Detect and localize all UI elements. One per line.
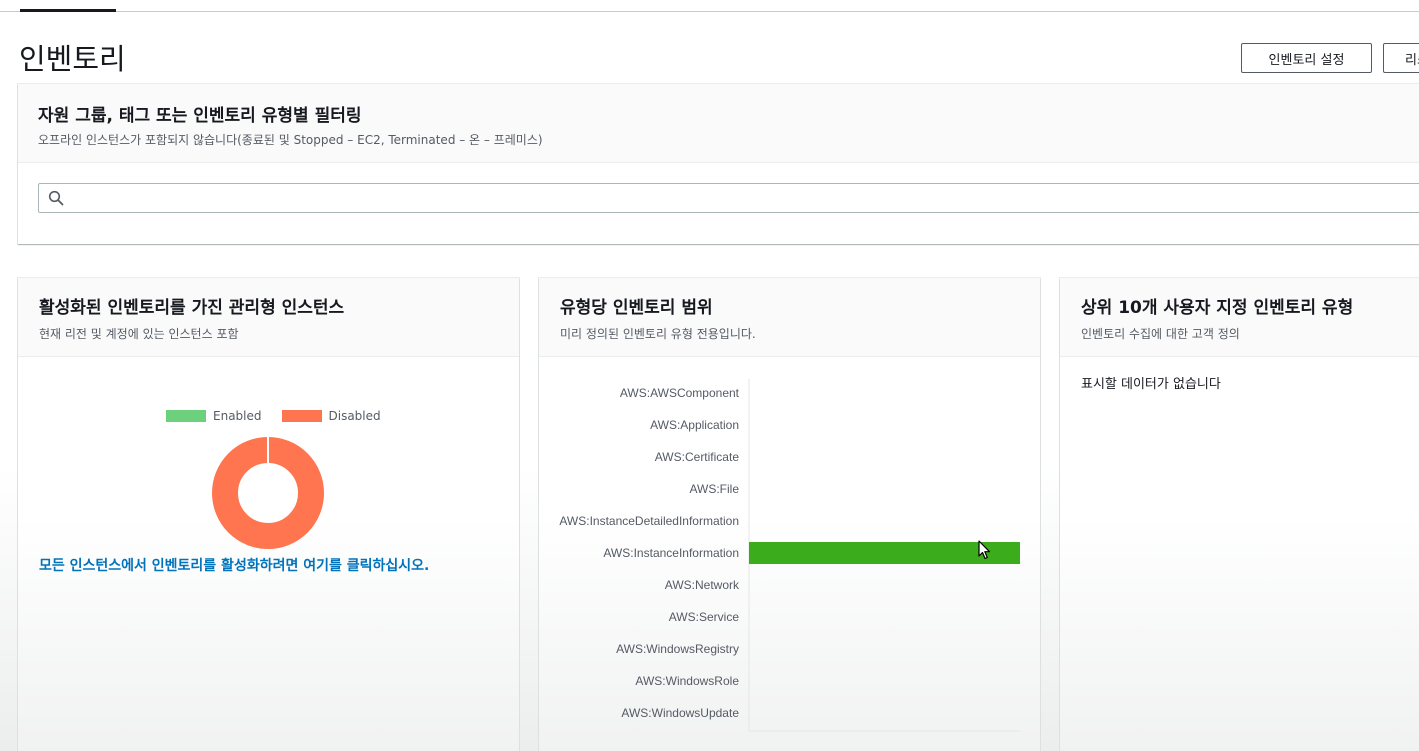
bar-label-instanceinformation: AWS:InstanceInformation	[603, 546, 739, 560]
bar-label-application: AWS:Application	[650, 418, 739, 432]
bar-label-certificate: AWS:Certificate	[655, 450, 740, 464]
filter-panel-subtitle: 오프라인 인스턴스가 포함되지 않습니다(종료된 및 Stopped – EC2…	[38, 133, 543, 147]
custom-inventory-types-title: 상위 10개 사용자 지정 인벤토리 유형	[1081, 298, 1354, 318]
filter-search-input[interactable]	[71, 186, 1419, 210]
managed-instances-card: 활성화된 인벤토리를 가진 관리형 인스턴스 현재 리전 및 계정에 있는 인스…	[18, 278, 519, 751]
page-title: 인벤토리	[19, 42, 126, 76]
custom-inventory-types-subtitle: 인벤토리 수집에 대한 고객 정의	[1081, 327, 1240, 341]
bar-label-file: AWS:File	[689, 482, 739, 496]
bar-label-network: AWS:Network	[665, 578, 740, 592]
bar-label-windowsrole: AWS:WindowsRole	[635, 674, 739, 688]
bar-label-service: AWS:Service	[669, 610, 740, 624]
bar-label-instancedetailedinformation: AWS:InstanceDetailedInformation	[559, 514, 739, 528]
bar-label-awscomponent: AWS:AWSComponent	[620, 386, 740, 400]
resource-data-sync-button[interactable]: 리소	[1383, 43, 1419, 73]
tab-strip-line	[0, 11, 1419, 12]
managed-instances-card-body: Enabled Disabled 모든 인스턴스에서 인벤토리를 활성화하려면 …	[18, 357, 519, 751]
donut-legend: Enabled Disabled	[166, 409, 401, 423]
inventory-donut-chart	[212, 437, 324, 549]
custom-inventory-types-card-body: 표시할 데이터가 없습니다	[1060, 357, 1419, 751]
filter-panel: 자원 그룹, 태그 또는 인벤토리 유형별 필터링 오프라인 인스턴스가 포함되…	[18, 84, 1419, 244]
filter-panel-header: 자원 그룹, 태그 또는 인벤토리 유형별 필터링 오프라인 인스턴스가 포함되…	[18, 84, 1419, 163]
inventory-coverage-subtitle: 미리 정의된 인벤토리 유형 전용입니다.	[560, 327, 756, 341]
inventory-coverage-bar-chart: AWS:AWSComponent AWS:Application AWS:Certi…	[559, 379, 1020, 732]
custom-inventory-types-card-header: 상위 10개 사용자 지정 인벤토리 유형 인벤토리 수집에 대한 고객 정의	[1060, 278, 1419, 357]
legend-swatch-disabled	[281, 410, 322, 422]
no-data-message: 표시할 데이터가 없습니다	[1081, 377, 1221, 392]
search-icon	[48, 190, 64, 206]
mouse-cursor-icon	[978, 540, 991, 560]
inventory-coverage-card-body: AWS:AWSComponent AWS:Application AWS:Certi…	[539, 357, 1040, 751]
inventory-coverage-card: 유형당 인벤토리 범위 미리 정의된 인벤토리 유형 전용입니다. AWS:AW…	[539, 278, 1040, 751]
managed-instances-title: 활성화된 인벤토리를 가진 관리형 인스턴스	[39, 298, 345, 318]
managed-instances-subtitle: 현재 리전 및 계정에 있는 인스턴스 포함	[39, 327, 239, 341]
bar-label-windowsupdate: AWS:WindowsUpdate	[621, 706, 739, 720]
filter-panel-title: 자원 그룹, 태그 또는 인벤토리 유형별 필터링	[38, 106, 362, 126]
legend-label-disabled: Disabled	[328, 409, 381, 423]
legend-swatch-enabled	[166, 410, 206, 422]
managed-instances-card-header: 활성화된 인벤토리를 가진 관리형 인스턴스 현재 리전 및 계정에 있는 인스…	[18, 278, 519, 357]
active-tab-indicator	[20, 9, 116, 12]
inventory-coverage-card-header: 유형당 인벤토리 범위 미리 정의된 인벤토리 유형 전용입니다.	[539, 278, 1040, 357]
custom-inventory-types-card: 상위 10개 사용자 지정 인벤토리 유형 인벤토리 수집에 대한 고객 정의 …	[1060, 278, 1419, 751]
bar-label-windowsregistry: AWS:WindowsRegistry	[616, 642, 739, 656]
inventory-coverage-title: 유형당 인벤토리 범위	[560, 298, 713, 318]
legend-label-enabled: Enabled	[213, 409, 262, 423]
enable-inventory-all-instances-link[interactable]: 모든 인스턴스에서 인벤토리를 활성화하려면 여기를 클릭하십시오.	[39, 555, 429, 575]
legend-item-enabled[interactable]: Enabled	[166, 409, 262, 423]
legend-item-disabled[interactable]: Disabled	[281, 409, 381, 423]
filter-search-box[interactable]	[38, 183, 1419, 213]
inventory-settings-button[interactable]: 인벤토리 설정	[1241, 43, 1372, 73]
